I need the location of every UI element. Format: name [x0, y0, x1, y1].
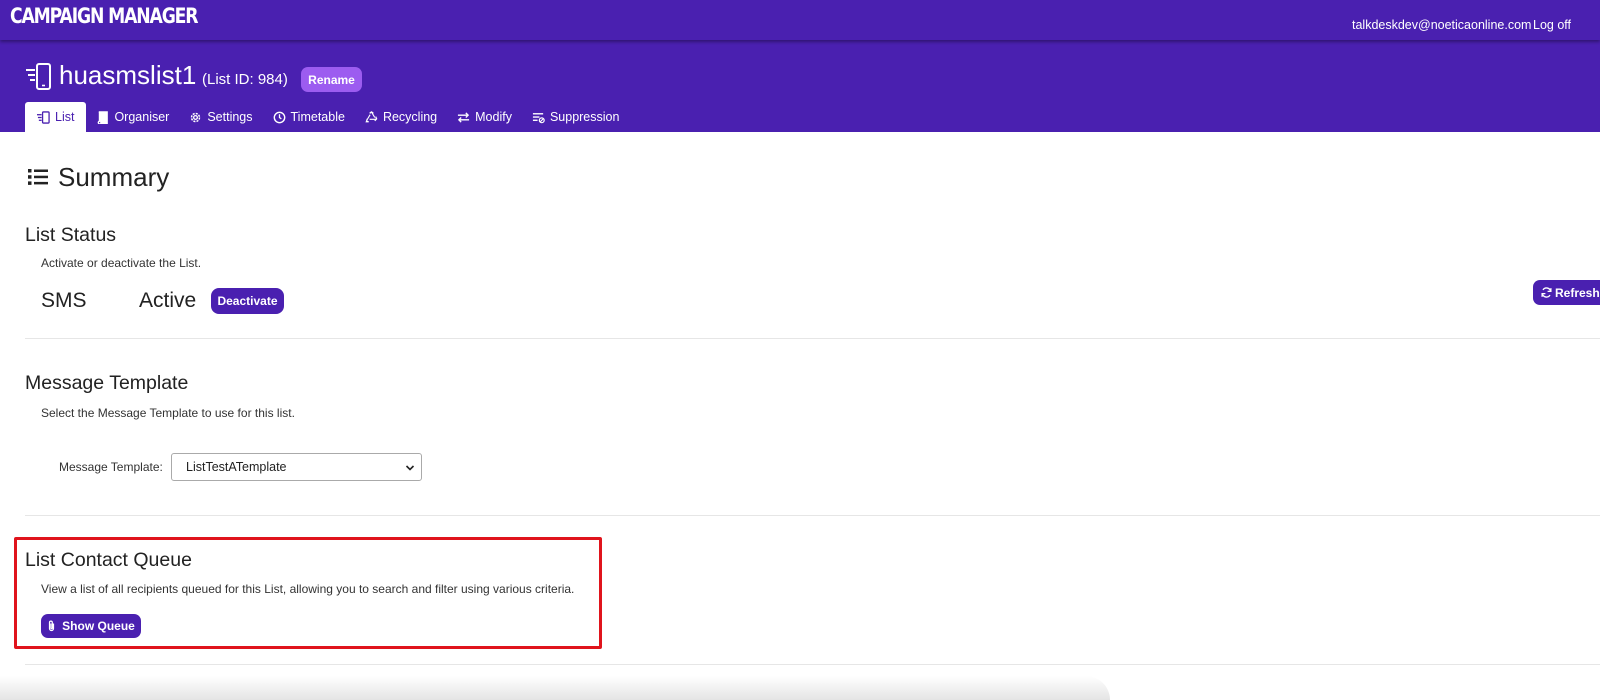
tab-label: Recycling	[382, 110, 438, 124]
section-divider	[25, 664, 1600, 665]
exchange-icon	[458, 111, 470, 123]
section-divider	[25, 515, 1600, 516]
tab-recycling[interactable]: Recycling	[355, 102, 447, 132]
user-email: talkdeskdev@noeticaonline.com	[1352, 18, 1532, 32]
tab-suppression[interactable]: Suppression	[522, 102, 630, 132]
list-header: huasmslist1 (List ID: 984) Rename List O…	[0, 40, 1600, 132]
refresh-icon	[1541, 287, 1552, 298]
list-name: huasmslist1	[59, 60, 197, 90]
status-label: Active	[139, 289, 197, 312]
message-template-title: Message Template	[25, 372, 189, 394]
tab-label: Timetable	[290, 110, 345, 124]
rename-button[interactable]: Rename	[301, 67, 362, 92]
list-status-title: List Status	[25, 224, 117, 246]
message-template-select[interactable]: ListTestATemplate	[171, 453, 422, 481]
section-divider	[25, 338, 1600, 339]
tab-label: List	[55, 110, 75, 124]
logoff-link[interactable]: Log off	[1533, 18, 1571, 32]
book-icon	[98, 110, 109, 124]
message-template-label: Message Template:	[59, 460, 163, 474]
list-id: (List ID: 984)	[202, 71, 288, 88]
summary-title: Summary	[58, 162, 170, 192]
clock-icon	[273, 111, 285, 123]
deactivate-button[interactable]: Deactivate	[211, 288, 284, 314]
chevron-down-icon	[405, 465, 415, 471]
list-bullets-icon	[28, 169, 48, 185]
tab-label: Modify	[475, 110, 512, 124]
tab-label: Suppression	[549, 110, 620, 124]
tab-label: Organiser	[114, 110, 170, 124]
filter-list-icon	[532, 112, 545, 123]
selected-template: ListTestATemplate	[186, 460, 287, 474]
tab-list[interactable]: List	[25, 102, 87, 132]
phone-list-icon	[26, 63, 51, 90]
refresh-button[interactable]: Refresh	[1533, 280, 1600, 305]
tab-timetable[interactable]: Timetable	[263, 102, 355, 132]
tab-settings[interactable]: Settings	[179, 102, 262, 132]
tab-organiser[interactable]: Organiser	[86, 102, 179, 132]
app-brand: CAMPAIGN MANAGER	[10, 4, 199, 28]
list-icon	[37, 110, 50, 124]
top-bar: CAMPAIGN MANAGER talkdeskdev@noeticaonli…	[0, 0, 1600, 40]
bottom-shadow	[0, 676, 1110, 700]
tab-modify[interactable]: Modify	[447, 102, 522, 132]
recycle-icon	[365, 110, 378, 122]
gear-icon	[191, 112, 201, 122]
tab-label: Settings	[207, 110, 253, 124]
list-status-description: Activate or deactivate the List.	[41, 256, 202, 270]
highlight-box	[14, 537, 602, 649]
tab-bar: List Organiser Settings Timetable Recycl…	[25, 102, 629, 132]
message-template-description: Select the Message Template to use for t…	[41, 406, 295, 420]
refresh-label: Refresh	[1555, 285, 1600, 300]
channel-label: SMS	[41, 289, 87, 312]
